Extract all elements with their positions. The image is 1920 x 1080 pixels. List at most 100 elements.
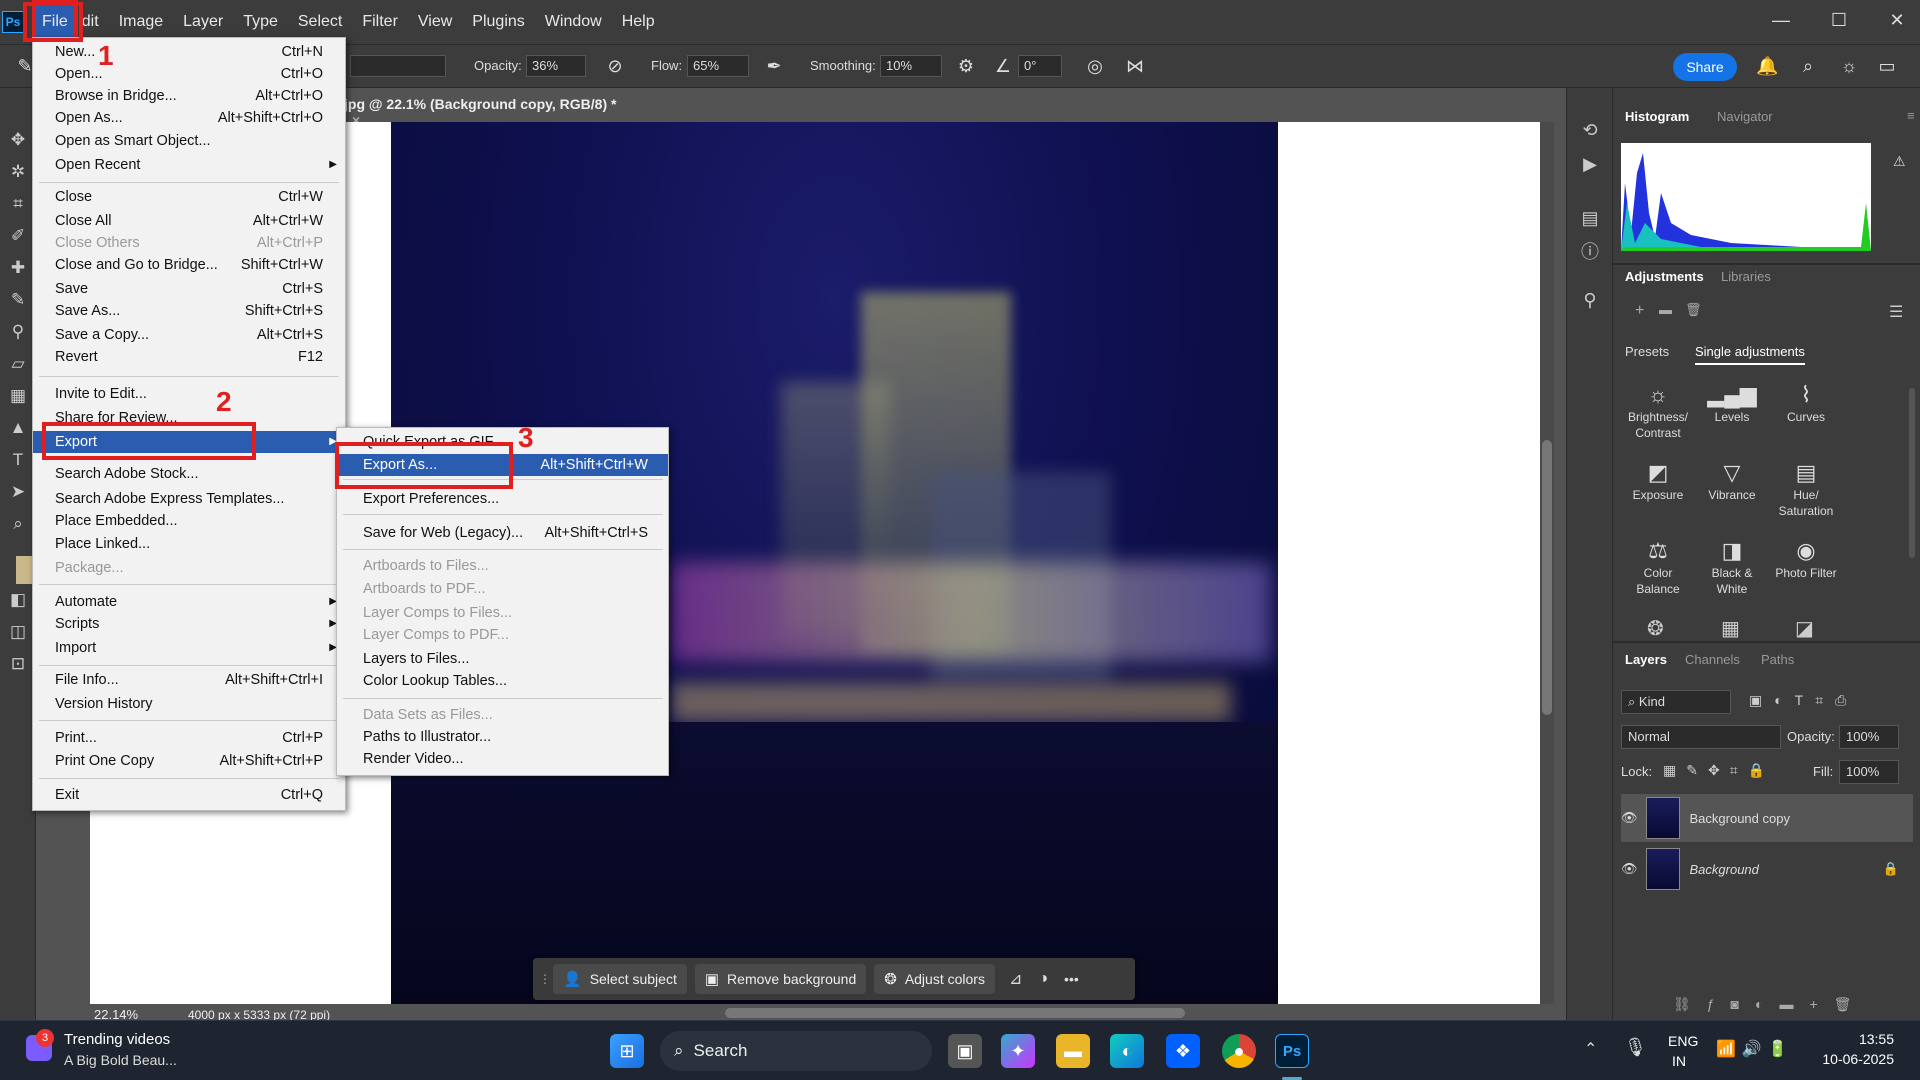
eye-icon[interactable]: 👁 [1621,810,1638,826]
menu-item-scripts[interactable]: Scripts ▶ [33,613,345,635]
menu-item-version-history[interactable]: Version History [33,693,345,715]
layer-actions-bar[interactable]: ⛓ƒ◙◐▬+🗑 [1673,996,1867,1013]
taskbar-search[interactable]: ⌕ Search [660,1031,932,1071]
menu-item-open[interactable]: Open... Ctrl+O [33,63,345,85]
default-colors-icon[interactable]: ◧ [6,588,30,612]
pressure-opacity-icon[interactable]: ⊘ [604,55,626,77]
history-icon[interactable]: ⟲ [1578,118,1602,142]
select-tool-icon[interactable]: ➤ [6,480,30,504]
menu-item-print-one-copy[interactable]: Print One Copy Alt+Shift+Ctrl+P [33,750,345,772]
menu-item-export-preferences[interactable]: Export Preferences... [337,488,668,510]
type-tool-icon[interactable]: T [6,448,30,472]
adjustment-vibrance[interactable]: ▽ Vibrance [1695,459,1769,503]
adjustments-scrollbar[interactable] [1909,388,1915,558]
workspace-icon[interactable]: ▭ [1876,55,1898,77]
drag-handle-icon[interactable]: ⋮ [539,964,551,994]
zoom-tool-icon[interactable]: ⌕ [6,512,30,536]
adjustment-color-balance[interactable]: ⚖ Color Balance [1621,537,1695,597]
menu-item-save-as[interactable]: Save As... Shift+Ctrl+S [33,300,345,322]
horizontal-scroll-thumb[interactable] [725,1008,1185,1018]
menu-item-print[interactable]: Print... Ctrl+P [33,727,345,749]
brush-preset-field[interactable] [350,55,446,77]
menu-item-search-express[interactable]: Search Adobe Express Templates... [33,488,345,510]
mask-icon[interactable]: ◑ [1038,970,1048,988]
stamp-tool-icon[interactable]: ⚲ [6,320,30,344]
eraser-tool-icon[interactable]: ▱ [6,352,30,376]
menu-window[interactable]: Window [535,0,612,44]
channel-mixer-icon[interactable]: ❂ [1647,616,1664,641]
layer-row-background-copy[interactable]: 👁 Background copy [1621,794,1913,842]
menu-item-place-embedded[interactable]: Place Embedded... [33,510,345,532]
adjustment-curves[interactable]: ⌇ Curves [1769,381,1843,425]
list-view-icon[interactable]: ☰ [1889,302,1903,322]
menu-filter[interactable]: Filter [352,0,408,44]
tab-presets[interactable]: Presets [1625,344,1669,359]
add-icon[interactable]: + [1635,302,1644,320]
document-tab[interactable]: jpg @ 22.1% (Background copy, RGB/8) * × [340,93,640,128]
move-tool-icon[interactable]: ✥ [6,128,30,152]
adjustment-black-white[interactable]: ◨ Black & White [1695,537,1769,597]
menu-item-import[interactable]: Import ▶ [33,637,345,659]
menu-item-search-stock[interactable]: Search Adobe Stock... [33,463,345,485]
dropbox-icon[interactable]: ❖ [1166,1034,1200,1068]
remove-background-button[interactable]: ▣ Remove background [694,964,867,994]
menu-item-exit[interactable]: Exit Ctrl+Q [33,784,345,806]
maximize-button[interactable]: ☐ [1810,0,1868,40]
layer-filter-kind[interactable]: ⌕ Kind [1621,690,1731,714]
tab-adjustments[interactable]: Adjustments [1625,269,1704,284]
chrome-icon[interactable]: ● [1222,1034,1256,1068]
menu-item-automate[interactable]: Automate ▶ [33,591,345,613]
menu-item-close-all[interactable]: Close All Alt+Ctrl+W [33,210,345,232]
minimize-button[interactable]: — [1752,0,1810,40]
menu-item-new[interactable]: New... Ctrl+N [33,41,345,63]
tab-libraries[interactable]: Libraries [1721,269,1771,284]
quick-mask-icon[interactable]: ◫ [6,620,30,644]
tab-histogram[interactable]: Histogram [1625,109,1689,124]
file-explorer-icon[interactable]: ▬ [1056,1034,1090,1068]
eye-icon[interactable]: 👁 [1621,861,1638,877]
tab-navigator[interactable]: Navigator [1717,109,1773,124]
menu-item-save-copy[interactable]: Save a Copy... Alt+Ctrl+S [33,324,345,346]
menu-view[interactable]: View [408,0,462,44]
info-icon[interactable]: ⓘ [1578,240,1602,264]
adjustment-brightness-contrast[interactable]: ☼ Brightness/ Contrast [1621,381,1695,441]
adjustment-exposure[interactable]: ◩ Exposure [1621,459,1695,503]
clock-time[interactable]: 13:55 [1834,1031,1894,1047]
gradient-tool-icon[interactable]: ▦ [6,384,30,408]
quick-select-tool-icon[interactable]: ✲ [6,160,30,184]
tab-layers[interactable]: Layers [1625,652,1667,667]
widget-subtitle[interactable]: A Big Bold Beau... [64,1052,177,1068]
edge-icon[interactable]: ◐ [1110,1034,1144,1068]
smoothing-input[interactable]: 10% [880,55,942,77]
airbrush-icon[interactable]: ✒ [763,55,785,77]
clone-source-icon[interactable]: ⚲ [1578,288,1602,312]
menu-item-revert[interactable]: Revert F12 [33,346,345,368]
folder-icon[interactable]: ▬ [1659,302,1672,317]
layer-opacity-input[interactable]: 100% [1839,725,1899,749]
adjustment-photo-filter[interactable]: ◉ Photo Filter [1769,537,1843,581]
color-lookup-icon[interactable]: ▦ [1721,616,1740,641]
share-button[interactable]: Share [1673,53,1737,81]
healing-tool-icon[interactable]: ✚ [6,256,30,280]
more-options-icon[interactable]: ••• [1064,971,1079,987]
copilot-icon[interactable]: ✦ [1001,1034,1035,1068]
screen-mode-icon[interactable]: ⊡ [6,652,30,676]
pressure-size-icon[interactable]: ◎ [1084,55,1106,77]
lock-icons[interactable]: ▦✎✥⌗🔒 [1663,762,1775,779]
symmetry-icon[interactable]: ⋈ [1124,55,1146,77]
flow-input[interactable]: 65% [687,55,749,77]
lightbulb-icon[interactable]: ☼ [1838,55,1860,77]
menu-item-color-lookup[interactable]: Color Lookup Tables... [337,670,668,692]
vertical-scroll-thumb[interactable] [1542,440,1552,715]
menu-item-browse-bridge[interactable]: Browse in Bridge... Alt+Ctrl+O [33,85,345,107]
menu-plugins[interactable]: Plugins [462,0,534,44]
crop-tool-icon[interactable]: ⌗ [6,192,30,216]
language-bottom[interactable]: IN [1672,1053,1686,1069]
blend-mode-select[interactable]: Normal [1621,725,1781,749]
opacity-input[interactable]: 36% [526,55,586,77]
properties-icon[interactable]: ▤ [1578,206,1602,230]
foreground-color-swatch[interactable] [16,556,32,584]
menu-item-invite-edit[interactable]: Invite to Edit... [33,383,345,405]
angle-input[interactable]: 0° [1018,55,1062,77]
tab-paths[interactable]: Paths [1761,652,1794,667]
